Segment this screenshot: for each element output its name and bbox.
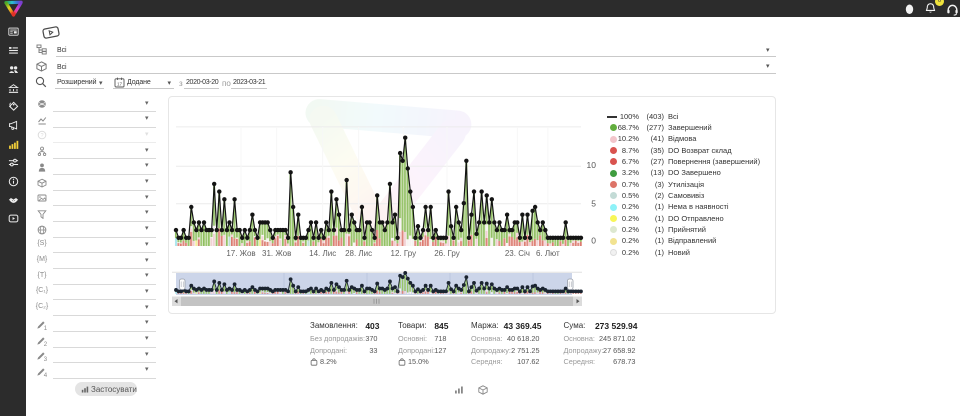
svg-text:3: 3 (44, 357, 47, 361)
svg-text:1: 1 (44, 326, 47, 330)
svg-text:31. Жов: 31. Жов (262, 249, 291, 258)
svg-text:2: 2 (44, 341, 47, 345)
svg-text:17: 17 (117, 81, 123, 86)
svg-text:14. Лис: 14. Лис (309, 249, 336, 258)
svg-text:28. Лис: 28. Лис (345, 249, 372, 258)
svg-text:4: 4 (44, 373, 47, 377)
svg-text:?: ? (40, 133, 43, 139)
svg-text:12. Гру: 12. Гру (391, 249, 417, 258)
svg-text:17. Жов: 17. Жов (226, 249, 255, 258)
svg-text:23. Січ: 23. Січ (505, 249, 530, 258)
svg-text:26. Гру: 26. Гру (434, 249, 460, 258)
svg-text:6. Лют: 6. Лют (536, 249, 560, 258)
